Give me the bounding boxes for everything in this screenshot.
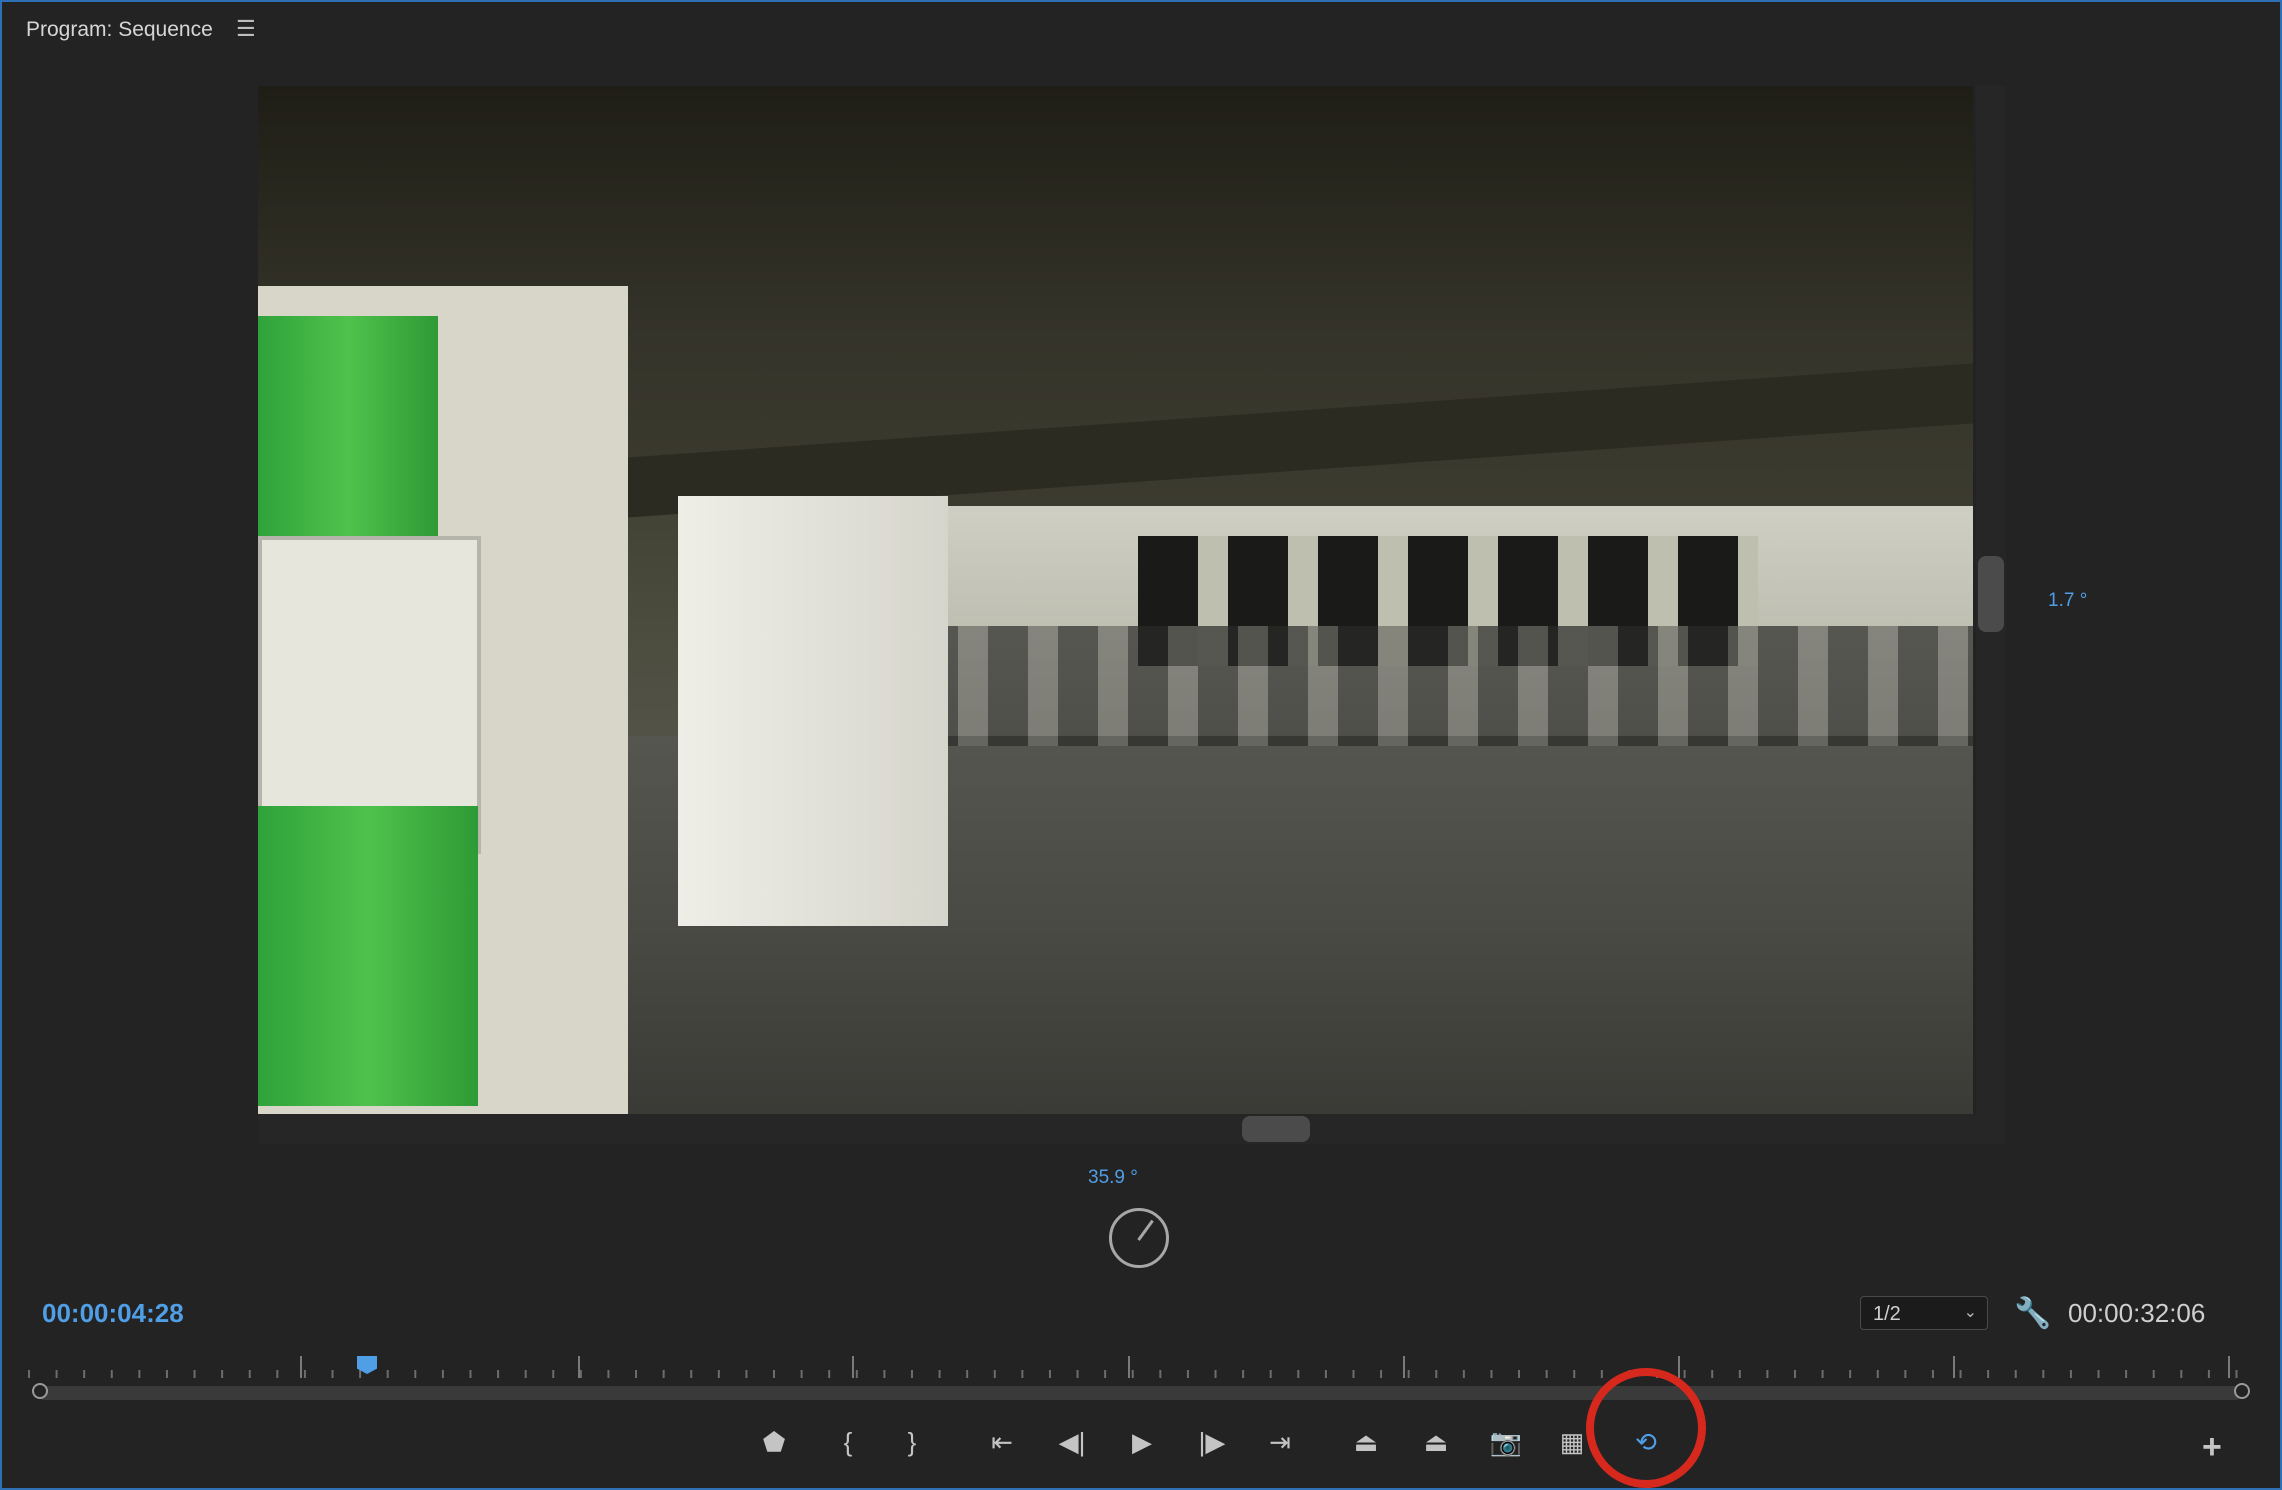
playback-resolution-value: 1/2 [1873,1303,1901,1325]
zoom-scroll-handle-right[interactable] [2234,1383,2250,1399]
camera-icon: 📷 [1489,1427,1523,1457]
panel-title[interactable]: Program: Sequence [26,18,213,42]
mark-out-icon: } [907,1427,917,1457]
extract-icon: ⏏ [1423,1427,1449,1457]
add-marker-button[interactable]: ⬟ [752,1424,796,1460]
vertical-angle-readout: 1.7 ° [2048,590,2088,611]
horizontal-angle-readout: 35.9 ° [1088,1167,1138,1188]
play-button[interactable]: ▶ [1120,1424,1164,1460]
go-to-in-button[interactable]: ⇤ [980,1424,1024,1460]
program-video-frame[interactable] [258,86,1973,1114]
zoom-scroll-track[interactable] [40,1386,2240,1400]
button-editor-plus-icon[interactable]: + [2202,1428,2222,1467]
step-forward-button[interactable]: |▶ [1190,1424,1234,1460]
vertical-angle-scroll-thumb[interactable] [1978,556,2004,632]
comparison-view-icon: ▦ [1559,1427,1585,1457]
mark-in-button[interactable]: { [826,1424,870,1460]
ruler-major-tick [2228,1356,2230,1378]
highlight-ring [1586,1368,1706,1488]
go-to-out-button[interactable]: ⇥ [1258,1424,1302,1460]
settings-wrench-icon[interactable]: 🔧 [2014,1296,2051,1331]
ruler-major-tick [1678,1356,1680,1378]
go-to-out-icon: ⇥ [1269,1427,1291,1457]
zoom-scroll-handle-left[interactable] [32,1383,48,1399]
mark-in-icon: { [843,1427,853,1457]
export-frame-button[interactable]: 📷 [1484,1424,1528,1460]
ruler-major-tick [1128,1356,1130,1378]
ruler-major-tick [578,1356,580,1378]
ruler-major-tick [1953,1356,1955,1378]
video-desks [918,626,1973,746]
extract-button[interactable]: ⏏ [1414,1424,1458,1460]
hamburger-menu-icon[interactable]: ☰ [236,16,256,42]
step-back-icon: ◀| [1058,1427,1086,1457]
video-partition [678,496,948,926]
duration-timecode: 00:00:32:06 [2068,1298,2206,1328]
go-to-in-icon: ⇤ [991,1427,1013,1457]
step-back-button[interactable]: ◀| [1050,1424,1094,1460]
step-forward-icon: |▶ [1198,1427,1226,1457]
play-icon: ▶ [1132,1427,1152,1457]
current-timecode[interactable]: 00:00:04:28 [42,1298,184,1329]
ruler-major-tick [1403,1356,1405,1378]
playback-resolution-select[interactable]: 1/2 ⌄ [1860,1296,1988,1330]
chevron-down-icon: ⌄ [1963,1304,1977,1321]
ruler-major-tick [852,1356,854,1378]
video-green-screen-lower [258,806,478,1106]
mark-out-button[interactable]: } [890,1424,934,1460]
marker-icon: ⬟ [762,1427,786,1457]
lift-button[interactable]: ⏏ [1344,1424,1388,1460]
horizontal-angle-scrollbar[interactable] [258,1114,2006,1144]
lift-icon: ⏏ [1353,1427,1379,1457]
horizontal-angle-scroll-thumb[interactable] [1242,1116,1310,1142]
ruler-major-tick [300,1356,302,1378]
